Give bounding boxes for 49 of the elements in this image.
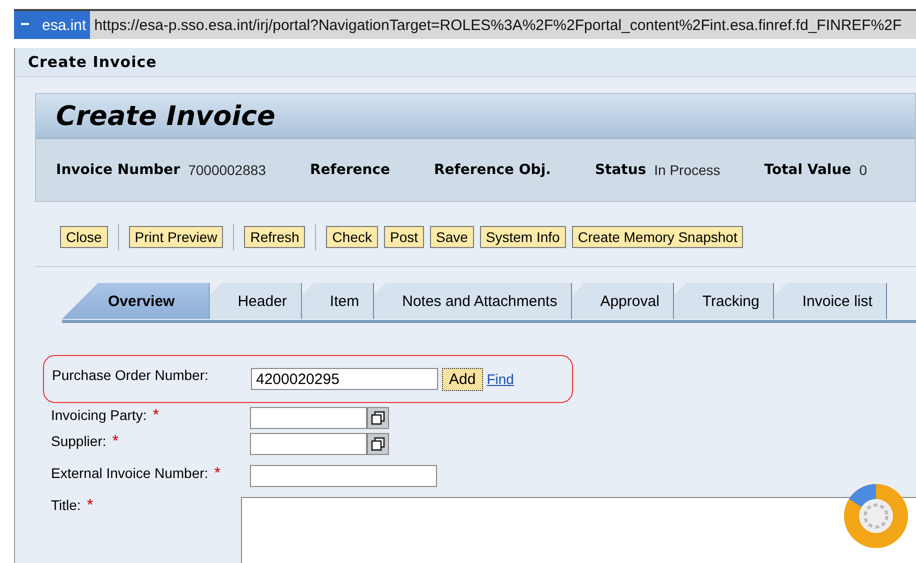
field-value: 7000002883 [188,162,266,178]
field-value: 0 [859,162,867,178]
required-mark: * [152,407,159,425]
toolbar-button[interactable]: Refresh [244,226,306,248]
add-button[interactable]: Add [442,368,483,390]
toolbar-button[interactable]: Check [326,226,378,248]
tab[interactable]: Item [302,283,374,319]
toolbar-button[interactable]: System Info [480,226,566,248]
tab[interactable]: Approval [572,283,674,319]
tab[interactable]: Overview [62,283,210,319]
field-label: External Invoice Number: [51,465,208,481]
page-title: Create Invoice [28,53,157,71]
field-label: Reference [310,162,390,178]
input-field[interactable] [250,465,437,487]
input-field[interactable] [250,433,367,455]
site-name: esa.int [42,16,86,34]
input-field[interactable] [250,407,367,429]
field-label: Total Value [764,162,852,178]
field-label: Purchase Order Number: [52,367,210,383]
field-value: In Process [654,162,720,178]
field-label: Invoicing Party: [51,407,147,423]
header-title: Create Invoice [56,100,276,132]
field-label: Invoice Number [56,162,180,178]
required-mark: * [112,433,118,451]
tab[interactable]: Header [210,283,302,319]
toolbar-button[interactable]: Save [430,226,474,248]
toolbar-button[interactable]: Print Preview [128,226,224,248]
find-link[interactable]: Find [486,371,514,387]
value-help-button[interactable] [367,433,389,455]
address-field[interactable]: https://esa-p.sso.esa.int/irj/portal?NavigationTarget=ROLES%3A%2F%2Fportal_content%2Fint.esa.finref.fd_FINREF%2F [90,11,916,39]
toolbar-button[interactable]: Create Memory Snapshot [572,226,744,248]
tab[interactable]: Tracking [674,283,774,319]
required-mark: * [214,465,220,483]
required-mark: * [86,497,94,515]
field-label: Supplier: [51,433,106,449]
copy-icon [371,437,385,451]
field-label: Reference Obj. [434,162,551,178]
toolbar-button[interactable]: Post [384,226,424,248]
input-field[interactable]: 4200020295 [251,368,438,390]
loading-icon [843,483,909,549]
logo-icon [18,19,38,31]
tab[interactable]: Notes and Attachments [374,283,572,319]
toolbar-button[interactable]: Close [60,226,108,248]
field-label: Status [594,162,646,178]
copy-icon [371,411,385,425]
field-label: Title: [51,497,81,513]
text-area[interactable] [241,497,916,563]
value-help-button[interactable] [367,407,389,429]
tab[interactable]: Invoice list [774,283,888,319]
